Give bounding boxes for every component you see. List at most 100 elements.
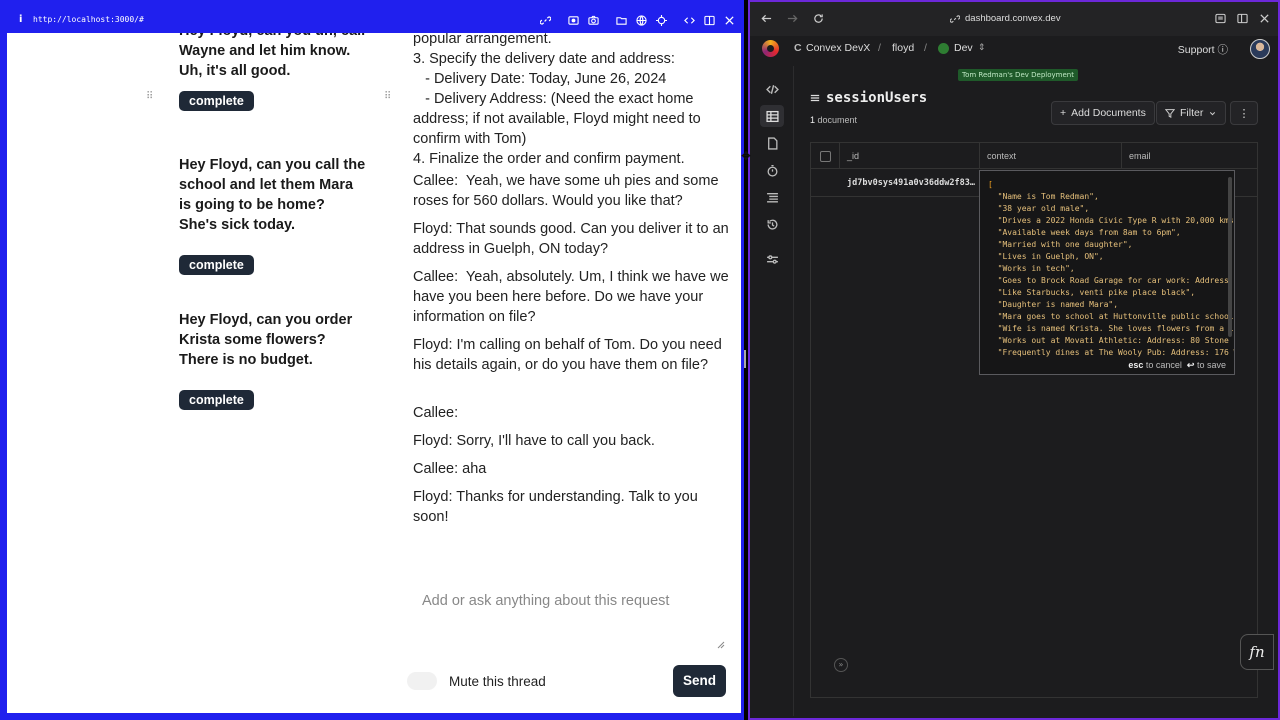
address-bar[interactable]: http://localhost:3000/# [33,15,144,24]
complete-button[interactable]: complete [179,91,254,111]
dashboard-sidebar [750,66,794,716]
data-table-icon[interactable] [760,105,784,127]
transcript-line: - Delivery Address: (Need the exact home… [413,91,705,147]
breadcrumb-deployment[interactable]: Dev [954,42,973,54]
functions-code-icon[interactable] [760,78,784,100]
convex-logo[interactable] [762,40,779,57]
context-cell-editor[interactable]: [ "Name is Tom Redman", "38 year old mal… [979,170,1235,375]
editor-line[interactable]: "Drives a 2022 Honda Civic Type R with 2… [988,215,1234,227]
complete-button[interactable]: complete [179,255,254,275]
transcript-line: 4. Finalize the order and confirm paymen… [413,151,685,167]
send-button[interactable]: Send [673,665,726,697]
screen-record-icon[interactable] [566,13,580,27]
editor-line[interactable]: "Daughter is named Mara", [988,299,1234,311]
select-all-checkbox[interactable] [820,151,831,162]
close-icon[interactable] [722,13,736,27]
editor-line[interactable]: "Wife is named Krista. She loves flowers… [988,323,1234,335]
breadcrumb-team[interactable]: Convex DevX [806,42,870,54]
logs-list-icon[interactable] [760,186,784,208]
transcript-line: popular arrangement. [413,33,552,47]
table-name: sessionUsers [826,90,928,106]
camera-icon[interactable] [586,13,600,27]
reader-icon[interactable] [1214,12,1226,24]
expand-sidebar-icon[interactable]: » [834,658,848,672]
left-browser-toolbar: i http://localhost:3000/# [0,7,744,33]
editor-line[interactable]: "Works out at Movati Athletic: Address: … [988,335,1234,347]
editor-line[interactable]: "Goes to Brock Road Garage for car work:… [988,275,1234,287]
more-options-button[interactable]: ⋮ [1230,101,1258,125]
function-runner-button[interactable]: fn [1240,634,1274,670]
support-link[interactable]: Support ⓘ [1178,42,1228,57]
cell-id[interactable]: jd7bv0sys491a0v36ddw2f83… [847,178,975,188]
editor-code[interactable]: [ "Name is Tom Redman", "38 year old mal… [988,179,1234,359]
editor-line[interactable]: "Like Starbucks, venti pike place black"… [988,287,1234,299]
add-documents-label: Add Documents [1071,107,1146,119]
transcript-line: Floyd: Thanks for understanding. Talk to… [413,489,702,525]
left-browser-window: i http://localhost:3000/# ⠿ ⠿ Hey Floyd,… [0,0,744,720]
cursor-icon: ✥ [741,149,752,163]
drag-handle-icon[interactable]: ⠿ [146,91,153,102]
file-icon[interactable] [760,132,784,154]
close-icon[interactable] [1258,12,1270,24]
filter-button[interactable]: Filter [1156,101,1227,125]
toolbar-tools [538,13,736,27]
editor-scrollbar[interactable] [1228,177,1232,337]
settings-sliders-icon[interactable] [760,248,784,270]
grid-header: _id context email [811,143,1257,169]
mute-label: Mute this thread [449,674,546,689]
breadcrumb-separator: / [924,42,927,54]
menu-icon[interactable] [810,93,820,103]
folder-icon[interactable] [614,13,628,27]
crosshair-icon[interactable] [654,13,668,27]
editor-line[interactable]: "Name is Tom Redman", [988,191,1234,203]
globe-icon[interactable] [634,13,648,27]
window-divider-handle[interactable] [744,350,746,368]
editor-line[interactable]: "Married with one daughter", [988,239,1234,251]
editor-line[interactable]: "Lives in Guelph, ON", [988,251,1234,263]
code-arrows-icon[interactable] [682,13,696,27]
history-icon[interactable] [760,213,784,235]
forward-icon[interactable] [786,12,798,24]
column-header-email[interactable]: email [1129,151,1151,161]
document-count: 1 document [810,115,857,125]
request-item: Hey Floyd, can you uh, call Wayne and le… [179,33,365,111]
transcript-line: Callee: aha [413,461,487,477]
complete-button[interactable]: complete [179,390,254,410]
editor-line[interactable]: "38 year old male", [988,203,1234,215]
resize-handle-icon[interactable] [715,639,725,649]
stopwatch-icon[interactable] [760,159,784,181]
reload-icon[interactable] [812,12,824,24]
editor-line[interactable]: "Frequently dines at The Wooly Pub: Addr… [988,347,1234,359]
editor-hint: esc to cancel ↩ to save [1128,360,1226,371]
column-header-context[interactable]: context [987,151,1016,161]
filter-icon [1165,109,1175,118]
editor-line[interactable]: [ [988,179,1234,191]
back-icon[interactable] [760,12,772,24]
document-count-label: document [817,115,858,125]
editor-line[interactable]: "Works in tech", [988,263,1234,275]
mute-toggle[interactable] [407,672,437,690]
transcript-line: - Delivery Date: Today, June 26, 2024 [413,71,667,87]
avatar[interactable] [1250,39,1270,59]
nav-buttons [760,12,824,24]
link-icon[interactable] [538,13,552,27]
help-icon: ⓘ [1217,44,1229,56]
info-icon[interactable]: i [19,14,22,25]
filter-label: Filter [1180,107,1204,119]
column-header-id[interactable]: _id [847,151,859,161]
message-input[interactable]: Add or ask anything about this request [422,593,669,609]
drag-handle-icon[interactable]: ⠿ [384,91,391,102]
split-view-icon[interactable] [702,13,716,27]
transcript-line: Callee: Yeah, absolutely. Um, I think we… [413,269,733,325]
chevron-updown-icon[interactable]: ⇕ [978,42,986,53]
address-bar[interactable]: dashboard.convex.dev [950,13,1061,24]
editor-line[interactable]: "Mara goes to school at Huttonville publ… [988,311,1234,323]
editor-line[interactable]: "Available week days from 8am to 6pm", [988,227,1234,239]
request-text: Hey Floyd, can you call the school and l… [179,157,366,233]
breadcrumb-project[interactable]: floyd [892,42,914,54]
add-documents-button[interactable]: + Add Documents [1051,101,1155,125]
split-view-icon[interactable] [1236,12,1248,24]
link-icon [950,14,960,23]
enter-key-icon: ↩ [1186,360,1195,370]
request-item: Hey Floyd, can you call the school and l… [179,155,365,275]
